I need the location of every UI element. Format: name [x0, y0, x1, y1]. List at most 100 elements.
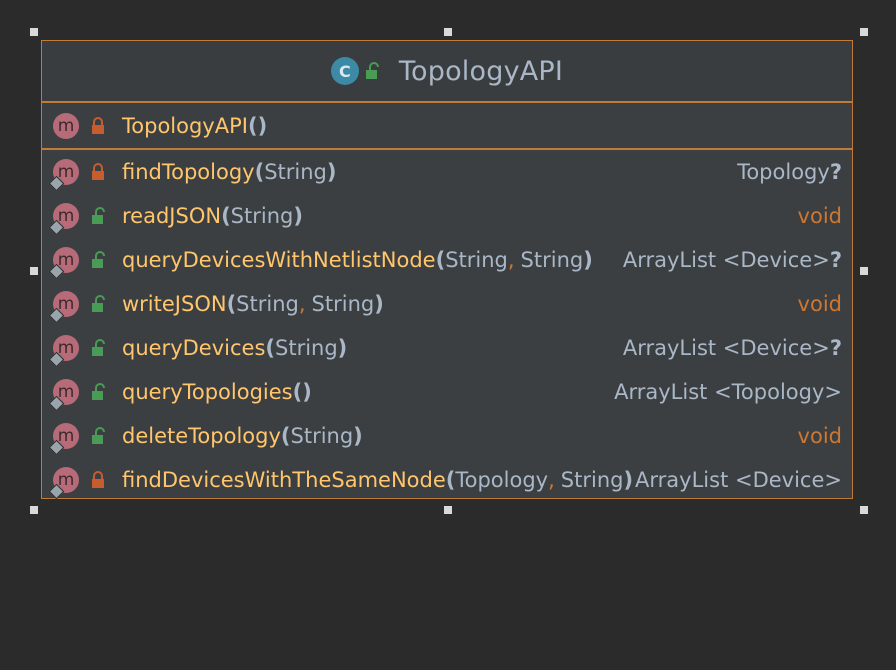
nullable-marker: ?: [829, 160, 842, 184]
return-type: ArrayList <Device>?: [623, 336, 842, 360]
param-type: String: [560, 468, 624, 492]
public-unlock-icon: [92, 295, 105, 312]
method-row[interactable]: m findDevicesWithTheSameNode(Topology, Str…: [42, 458, 852, 502]
resize-handle-middle-right[interactable]: [860, 267, 868, 275]
private-lock-icon: [92, 116, 104, 134]
method-icon: m: [48, 379, 79, 412]
override-overlay-icon: [48, 219, 65, 236]
return-type-text: void: [797, 424, 842, 448]
method-row[interactable]: m findTopology(String) Topology?: [42, 150, 852, 194]
method-row[interactable]: m queryTopologies() ArrayList <Topology>: [42, 370, 852, 414]
resize-handle-bottom-middle[interactable]: [444, 506, 452, 514]
method-name: queryDevices: [122, 336, 266, 360]
open-paren: (: [226, 292, 237, 316]
resize-handle-middle-left[interactable]: [30, 267, 38, 275]
close-paren: ): [326, 160, 337, 184]
class-title: TopologyAPI: [398, 55, 564, 87]
param-type: String: [264, 160, 327, 184]
open-paren: (: [445, 468, 456, 492]
constructor-section: m TopologyAPI(): [42, 103, 852, 150]
open-paren: (: [254, 160, 265, 184]
constructor-row[interactable]: m TopologyAPI(): [42, 103, 852, 148]
method-name: findDevicesWithTheSameNode: [122, 468, 446, 492]
override-overlay-icon: [48, 439, 65, 456]
return-type-text: Topology: [737, 160, 830, 184]
method-row[interactable]: m readJSON(String) void: [42, 194, 852, 238]
open-paren: (: [265, 336, 275, 360]
return-type-text: void: [797, 204, 842, 228]
public-unlock-icon: [365, 62, 379, 79]
method-name: writeJSON: [122, 292, 227, 316]
close-paren: ): [257, 113, 268, 138]
return-type-text: ArrayList <Topology>: [614, 380, 842, 404]
return-type: void: [798, 424, 842, 448]
method-name: queryTopologies: [122, 380, 293, 404]
override-overlay-icon: [48, 483, 65, 500]
public-unlock-icon: [92, 383, 105, 400]
override-overlay-icon: [48, 395, 65, 412]
param-type: String: [230, 204, 294, 228]
class-header[interactable]: C TopologyAPI: [42, 41, 852, 103]
override-overlay-icon: [48, 175, 65, 192]
resize-handle-bottom-left[interactable]: [30, 506, 38, 514]
open-paren: (: [292, 380, 303, 404]
method-name: TopologyAPI: [122, 113, 248, 138]
close-paren: ): [302, 380, 312, 404]
public-unlock-icon: [92, 207, 105, 224]
close-paren: ): [337, 336, 348, 360]
return-type: void: [798, 204, 842, 228]
resize-handle-top-left[interactable]: [30, 28, 38, 36]
nullable-marker: ?: [829, 336, 842, 360]
method-icon: m: [48, 423, 79, 456]
open-paren: (: [280, 424, 291, 448]
return-type-text: ArrayList <Device>: [622, 336, 830, 360]
return-type: Topology?: [737, 160, 842, 184]
param-separator: ,: [507, 248, 515, 272]
open-paren: (: [221, 204, 231, 228]
method-icon: m: [48, 467, 79, 500]
public-unlock-icon: [92, 251, 105, 268]
resize-handle-top-middle[interactable]: [444, 28, 452, 36]
param-type: String: [290, 424, 354, 448]
uml-class-node[interactable]: C TopologyAPI m TopologyAPI() m findTopolo…: [41, 40, 853, 502]
method-name: findTopology: [122, 160, 255, 184]
override-overlay-icon: [48, 307, 65, 324]
param-type: String: [311, 292, 375, 316]
method-icon: m: [48, 335, 79, 368]
private-lock-icon: [92, 163, 104, 180]
method-row[interactable]: m writeJSON(String, String) void: [42, 282, 852, 326]
resize-handle-top-right[interactable]: [860, 28, 868, 36]
param-separator: ,: [548, 468, 555, 492]
param-type: String: [236, 292, 299, 316]
method-name: queryDevicesWithNetlistNode: [122, 248, 436, 272]
resize-handle-bottom-right[interactable]: [860, 506, 868, 514]
param-type: String: [520, 248, 584, 272]
method-icon: m: [53, 112, 79, 139]
close-paren: ): [623, 468, 634, 492]
return-type-text: void: [797, 292, 842, 316]
public-unlock-icon: [92, 339, 105, 356]
return-type: ArrayList <Device>?: [623, 248, 842, 272]
param-type: Topology: [455, 468, 549, 492]
param-type: String: [275, 336, 338, 360]
return-type: ArrayList <Device>: [635, 468, 842, 492]
private-lock-icon: [92, 471, 104, 488]
methods-section: m findTopology(String) Topology? m readJSON(…: [42, 150, 852, 502]
override-overlay-icon: [48, 263, 65, 280]
method-row[interactable]: m queryDevicesWithNetlistNode(String, Stri…: [42, 238, 852, 282]
param-type: String: [445, 248, 508, 272]
method-row[interactable]: m deleteTopology(String) void: [42, 414, 852, 458]
return-type: void: [798, 292, 842, 316]
open-paren: (: [247, 113, 258, 138]
return-type: ArrayList <Topology>: [614, 380, 842, 404]
close-paren: ): [374, 292, 384, 316]
override-overlay-icon: [48, 351, 65, 368]
close-paren: ): [583, 248, 593, 272]
method-row[interactable]: m queryDevices(String) ArrayList <Device>?: [42, 326, 852, 370]
class-kind-icon: C: [330, 57, 359, 85]
method-name: deleteTopology: [122, 424, 281, 448]
nullable-marker: ?: [829, 248, 842, 272]
return-type-text: ArrayList <Device>: [622, 248, 830, 272]
close-paren: ): [293, 204, 303, 228]
public-unlock-icon: [92, 427, 105, 444]
